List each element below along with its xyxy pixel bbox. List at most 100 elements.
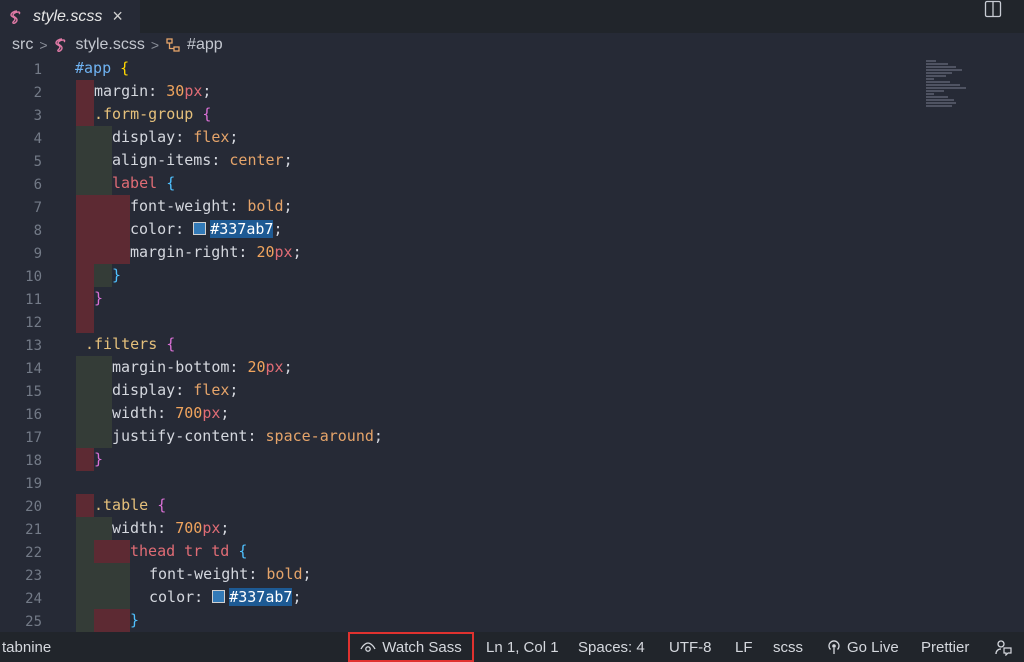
code-token: label xyxy=(112,174,158,192)
code-token: } xyxy=(94,450,104,468)
breadcrumb-file[interactable]: style.scss xyxy=(54,36,145,54)
line-number: 23 xyxy=(25,568,42,584)
code-token: font-weight: xyxy=(149,565,267,583)
code-line: .table { xyxy=(94,494,166,517)
code-token: { xyxy=(202,105,212,123)
code-token: 20 xyxy=(256,243,275,261)
code-token: ; xyxy=(283,358,293,376)
code-line: .form-group { xyxy=(94,103,211,126)
code-token: #337ab7 xyxy=(229,588,293,606)
breadcrumb: src > style.scss > #app xyxy=(0,33,1024,57)
encoding-setting[interactable]: UTF-8 xyxy=(669,632,712,662)
tab-label: style.scss xyxy=(33,7,103,25)
line-number: 13 xyxy=(25,338,42,354)
breadcrumb-label: style.scss xyxy=(75,36,145,53)
code-token: { xyxy=(157,496,167,514)
breadcrumb-label: src xyxy=(12,36,34,53)
code-token: 700 xyxy=(175,519,203,537)
code-token: display: xyxy=(112,128,194,146)
indent-guide xyxy=(94,126,112,195)
indentation-setting[interactable]: Spaces: 4 xyxy=(578,632,645,662)
line-number: 20 xyxy=(25,499,42,515)
color-swatch[interactable] xyxy=(193,222,207,235)
code-token: px xyxy=(202,519,221,537)
code-token: ; xyxy=(292,588,302,606)
close-tab-icon[interactable]: × xyxy=(112,6,123,27)
code-token: display: xyxy=(112,381,194,399)
line-number: 9 xyxy=(33,246,42,262)
code-token: thead tr td xyxy=(130,542,230,560)
sass-file-icon xyxy=(54,37,70,53)
code-token: width: xyxy=(112,519,176,537)
code-line: label { xyxy=(112,172,175,195)
breadcrumb-symbol[interactable]: #app xyxy=(165,36,223,54)
cursor-position[interactable]: Ln 1, Col 1 xyxy=(486,632,559,662)
indent-guide xyxy=(76,80,94,103)
code-line: thead tr td { xyxy=(130,540,247,563)
tabnine-status[interactable]: tabnine xyxy=(2,632,51,662)
code-token: width: xyxy=(112,404,176,422)
tab-bar: style.scss × xyxy=(0,0,1024,33)
indent-guide xyxy=(94,563,112,609)
code-token: justify-content: xyxy=(112,427,266,445)
indent-guide xyxy=(94,264,112,287)
feedback-icon[interactable] xyxy=(994,632,1012,662)
indent-guide xyxy=(112,540,130,563)
line-number: 17 xyxy=(25,430,42,446)
indent-guide xyxy=(112,609,130,632)
line-number: 12 xyxy=(25,315,42,331)
code-token: bold xyxy=(266,565,303,583)
code-token: color: xyxy=(149,588,213,606)
language-mode[interactable]: scss xyxy=(773,632,803,662)
status-bar: tabnine Watch Sass Ln 1, Col 1 Spaces: 4… xyxy=(0,632,1024,662)
code-token: align-items: xyxy=(112,151,230,169)
line-number: 3 xyxy=(33,108,42,124)
indent-guide xyxy=(76,494,94,517)
code-token: ; xyxy=(229,128,239,146)
code-token: px xyxy=(265,358,284,376)
code-line: margin: 30px; xyxy=(94,80,211,103)
line-number: 7 xyxy=(33,200,42,216)
code-token: 700 xyxy=(175,404,203,422)
code-token: #app xyxy=(75,59,112,77)
tab-style-scss[interactable]: style.scss × xyxy=(0,0,140,33)
code-token: } xyxy=(112,266,122,284)
code-token: 30 xyxy=(166,82,185,100)
code-editor[interactable]: 1 2 3 4 5 6 7 8 9 10 11 12 13 14 15 16 17 18 19 20 21 22 23 24 2… xyxy=(0,57,1024,632)
indent-guide xyxy=(94,540,112,563)
code-token: font-weight: xyxy=(130,197,248,215)
line-number: 16 xyxy=(25,407,42,423)
color-swatch[interactable] xyxy=(212,590,226,603)
prettier-status[interactable]: Prettier xyxy=(921,632,969,662)
eol-setting[interactable]: LF xyxy=(735,632,753,662)
chevron-right-icon: > xyxy=(39,37,48,53)
code-token: flex xyxy=(193,381,230,399)
code-line: #app { xyxy=(75,57,129,80)
go-live-label: Go Live xyxy=(847,638,899,656)
code-token: ; xyxy=(292,243,302,261)
chevron-right-icon: > xyxy=(150,37,160,53)
code-token: ; xyxy=(283,197,293,215)
breadcrumb-src[interactable]: src xyxy=(12,36,33,54)
code-token: { xyxy=(120,59,130,77)
line-number: 25 xyxy=(25,614,42,630)
code-line: width: 700px; xyxy=(112,402,229,425)
split-editor-icon[interactable] xyxy=(984,0,1004,20)
code-token: px xyxy=(184,82,203,100)
line-number: 5 xyxy=(33,154,42,170)
code-token: ; xyxy=(273,220,283,238)
code-token: ; xyxy=(220,519,230,537)
watch-sass-button[interactable]: Watch Sass xyxy=(348,632,474,662)
line-number: 10 xyxy=(25,269,42,285)
indent-guide xyxy=(76,517,94,632)
go-live-button[interactable]: Go Live xyxy=(826,632,899,662)
breadcrumb-label: #app xyxy=(187,36,223,53)
line-number: 22 xyxy=(25,545,42,561)
code-token: px xyxy=(274,243,293,261)
line-number: 14 xyxy=(25,361,42,377)
indent-guide xyxy=(112,195,130,264)
code-token: px xyxy=(202,404,221,422)
code-token: center xyxy=(229,151,284,169)
minimap[interactable] xyxy=(926,59,976,129)
